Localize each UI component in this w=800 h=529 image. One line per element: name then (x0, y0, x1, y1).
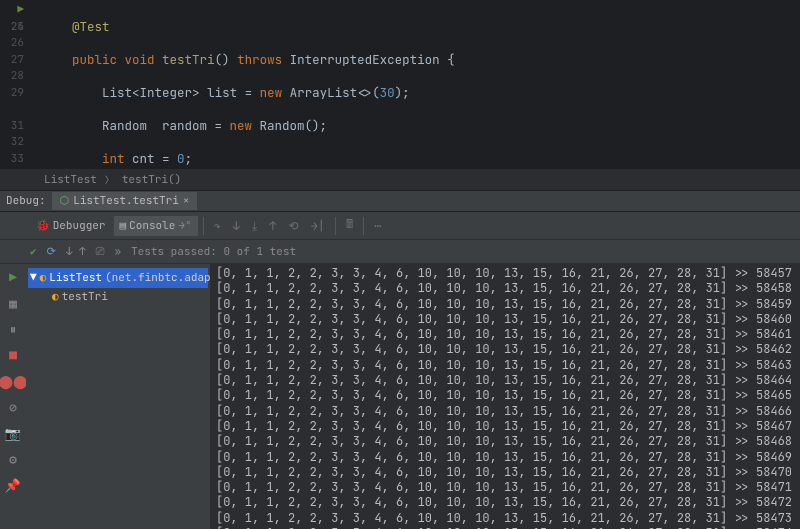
run-config-icon: ⬡ (60, 194, 70, 208)
progress-icon: ◐ (52, 288, 59, 306)
code-area[interactable]: @Test public void testTri() throws Inter… (30, 0, 800, 168)
check-icon[interactable]: ✔ (30, 245, 37, 259)
console-tab[interactable]: ▤Console →° (114, 216, 198, 236)
breadcrumb-class[interactable]: ListTest (44, 173, 97, 187)
step-over-icon[interactable]: ↷ (209, 215, 226, 237)
debug-label: Debug: (6, 194, 46, 208)
separator (203, 217, 204, 235)
debug-tool-window-header: Debug: ⬡ ListTest.testTri × (0, 190, 800, 212)
gutter-line: 31 (0, 118, 24, 135)
nav-arrows[interactable]: ↓ ↑ (66, 245, 86, 259)
gutter-line: 25 (0, 19, 24, 36)
test-tree-item[interactable]: ◐ testTri (28, 288, 208, 306)
rerun-icon[interactable]: ▶ (4, 268, 22, 286)
code-editor[interactable]: ▶ 24 25 26 27 28 29 31 32 33 34 35 @Test… (0, 0, 800, 168)
filter-icon[interactable]: ⎚ (96, 245, 105, 259)
close-icon[interactable]: × (183, 194, 190, 208)
breadcrumb-method[interactable]: testTri() (122, 173, 181, 187)
debug-panel: ▶ ▦ ⏸ ■ ⬤⬤ ⊘ 📷 ⚙ 📌 ▼ ◐ ListTest (net.fin… (0, 264, 800, 529)
separator (363, 217, 364, 235)
force-step-icon[interactable]: ⤓ (247, 215, 262, 237)
annotation: @Test (72, 18, 110, 35)
expand-icon[interactable]: ▼ (30, 269, 37, 287)
gutter-line: 33 (0, 151, 24, 168)
stop-icon[interactable]: ■ (4, 346, 22, 364)
pin-icon[interactable]: 📌 (4, 476, 22, 494)
debug-side-toolbar: ▶ ▦ ⏸ ■ ⬤⬤ ⊘ 📷 ⚙ 📌 (0, 264, 26, 529)
gutter-line: 28 (0, 68, 24, 85)
breadcrumb[interactable]: ListTest 〉 testTri() (0, 168, 800, 190)
drop-frame-icon[interactable]: ⟲ (284, 215, 304, 237)
view-breakpoints-icon[interactable]: ⬤⬤ (4, 372, 22, 390)
test-status-bar: ✔ ⟳ ↓ ↑ ⎚ » Tests passed: 0 of 1 test (0, 240, 800, 264)
debug-toolbar: 🐞Debugger ▤Console →° ↷ ↓ ⤓ ↑ ⟲ →| 🖩 ⋯ (0, 212, 800, 240)
pause-icon[interactable]: ⏸ (4, 320, 22, 338)
dump-icon[interactable]: 📷 (4, 424, 22, 442)
debugger-tab[interactable]: 🐞Debugger (30, 216, 112, 236)
gutter-line: 27 (0, 52, 24, 69)
evaluate-icon[interactable]: 🖩 (341, 212, 358, 239)
console-output[interactable]: [0, 1, 1, 2, 2, 3, 3, 4, 6, 10, 10, 10, … (210, 264, 800, 529)
gutter-line: 32 (0, 134, 24, 151)
line-gutter: ▶ 24 25 26 27 28 29 31 32 33 34 35 (0, 0, 30, 168)
pin-icon[interactable]: →° (178, 219, 191, 233)
mute-breakpoints-icon[interactable]: ⊘ (4, 398, 22, 416)
test-status-text: Tests passed: 0 of 1 test (131, 245, 296, 259)
gutter-line: 34 (0, 167, 24, 168)
gutter-line: 29 (0, 85, 24, 102)
gutter-line (0, 101, 24, 118)
gutter-line: ▶ 24 (0, 2, 24, 19)
step-out-icon[interactable]: ↑ (264, 215, 281, 237)
toggle-icon[interactable]: ▦ (4, 294, 22, 312)
bug-icon: 🐞 (36, 219, 50, 233)
console-icon: ▤ (120, 219, 127, 233)
step-into-icon[interactable]: ↓ (228, 215, 245, 237)
run-gutter-icon[interactable]: ▶ (17, 3, 24, 17)
settings-icon[interactable]: ⚙ (4, 450, 22, 468)
separator (335, 217, 336, 235)
test-tree[interactable]: ▼ ◐ ListTest (net.finbtc.adapter) ◐ test… (26, 264, 210, 529)
progress-icon: ◐ (40, 269, 47, 287)
sync-icon[interactable]: ⟳ (47, 245, 56, 259)
more-icon[interactable]: ⋯ (369, 215, 386, 237)
run-to-cursor-icon[interactable]: →| (306, 215, 330, 237)
chevron-right-icon: 〉 (105, 173, 114, 186)
debug-session-tab[interactable]: ⬡ ListTest.testTri × (52, 192, 198, 210)
test-tree-root[interactable]: ▼ ◐ ListTest (net.finbtc.adapter) (28, 268, 208, 288)
gutter-line: 26 (0, 35, 24, 52)
